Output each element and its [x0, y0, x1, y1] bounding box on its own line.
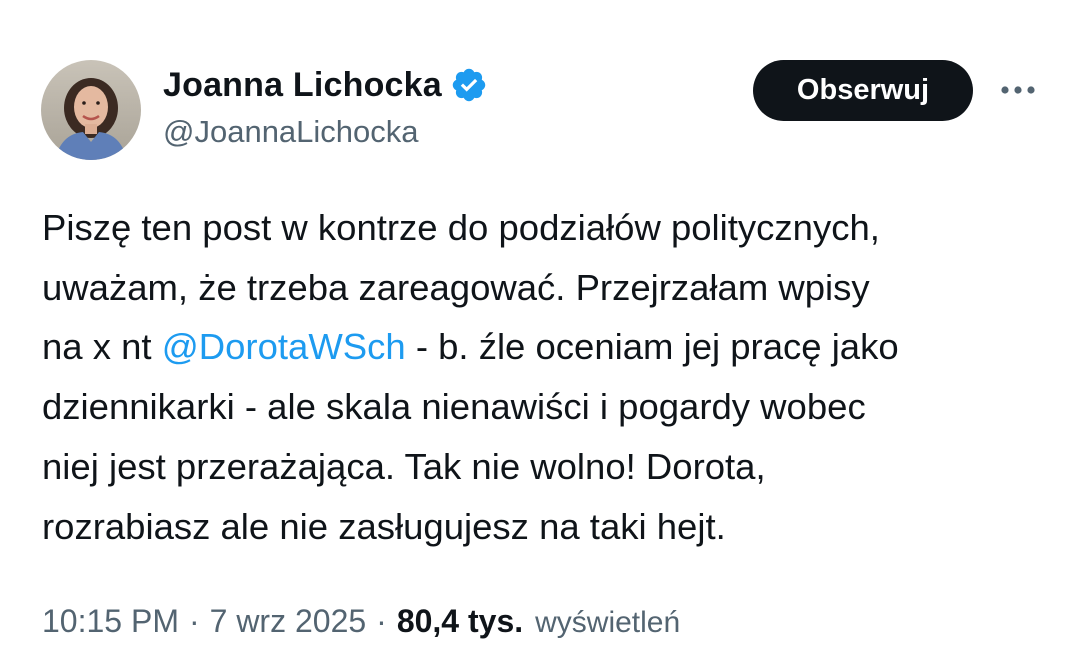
avatar-image — [41, 60, 141, 160]
post-line: rozrabiasz ale nie zasługujesz na taki h… — [42, 505, 726, 547]
author-display-name[interactable]: Joanna Lichocka — [163, 66, 442, 105]
post-time[interactable]: 10:15 PM — [42, 603, 179, 640]
views-count: 80,4 tys. — [396, 603, 524, 639]
post-text: Piszę ten post w kontrze do podziałów po… — [42, 198, 1052, 556]
author-handle[interactable]: @JoannaLichocka — [163, 114, 419, 150]
follow-button[interactable]: Obserwuj — [753, 60, 973, 121]
post-line-text: - b. źle oceniam jej pracę jako — [405, 326, 899, 368]
more-options-button[interactable] — [996, 75, 1040, 105]
more-horizontal-icon — [1001, 86, 1035, 94]
avatar[interactable] — [41, 60, 141, 160]
post-line-text: na x nt — [42, 326, 162, 368]
meta-separator: · — [188, 603, 200, 639]
post-date[interactable]: 7 wrz 2025 — [210, 603, 367, 640]
post-line: uważam, że trzeba zareagować. Przejrzała… — [42, 266, 870, 308]
post-line: niej jest przerażająca. Tak nie wolno! D… — [42, 445, 766, 487]
verified-badge-icon[interactable] — [450, 66, 488, 104]
tweet-card: Joanna Lichocka @JoannaLichocka Obserwuj… — [0, 0, 1080, 662]
views-label: wyświetleń — [535, 606, 681, 639]
post-line: dziennikarki - ale skala nienawiści i po… — [42, 386, 866, 428]
mention-link[interactable]: @DorotaWSch — [162, 326, 406, 367]
meta-separator: · — [376, 603, 387, 639]
post-line: Piszę ten post w kontrze do podziałów po… — [42, 207, 880, 248]
post-line: na x nt @DorotaWSch - b. źle oceniam jej… — [42, 317, 1052, 377]
post-meta: 10:15 PM · 7 wrz 2025 · 80,4 tys. wyświe… — [42, 603, 680, 640]
author-name-row: Joanna Lichocka — [163, 62, 488, 108]
